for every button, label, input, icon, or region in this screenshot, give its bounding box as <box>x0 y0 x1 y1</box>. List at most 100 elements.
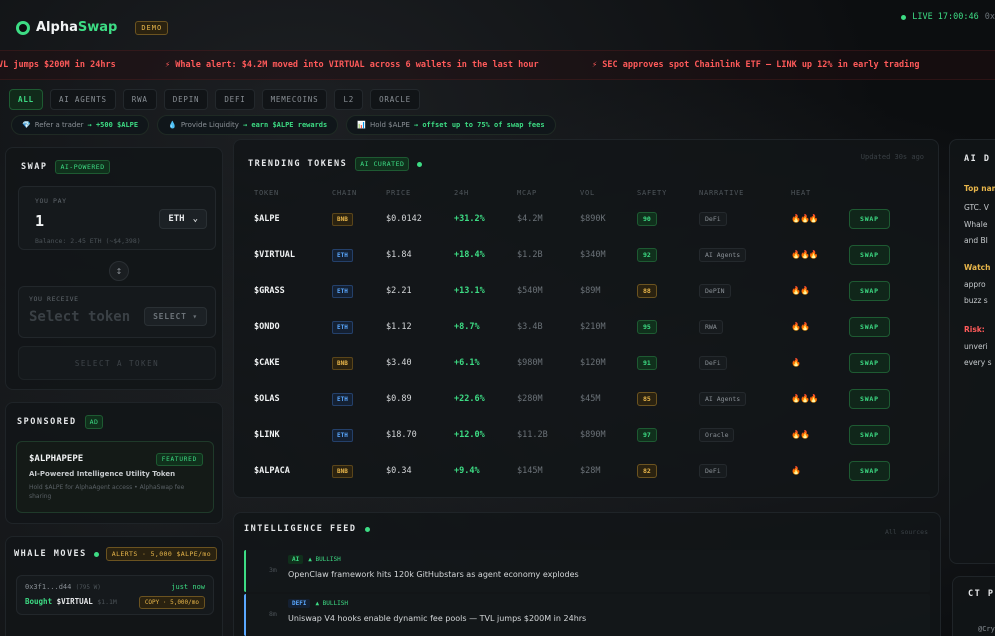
table-row[interactable]: $ALPE BNB $0.0142 +31.2% $4.2M $890K 90 DeFi 🔥🔥🔥… <box>244 201 924 237</box>
receive-amount-input[interactable]: Select token <box>29 309 134 325</box>
feed-tag: AI <box>288 555 304 564</box>
feed-headline: Uniswap V4 hooks enable dynamic fee pool… <box>288 614 587 623</box>
token-symbol: $OLAS <box>254 394 280 404</box>
wallet-address-partial[interactable]: 0x <box>985 12 995 22</box>
table-row[interactable]: $LINK ETH $18.70 +12.0% $11.2B $890M 97 Oracle 🔥… <box>244 417 924 453</box>
col-heat[interactable]: HEAT <box>781 185 839 201</box>
promo-text: Refer a trader <box>34 121 84 129</box>
sponsored-card[interactable]: $ALPHAPEPE FEATURED AI-Powered Intellige… <box>16 441 214 513</box>
token-symbol: $ALPACA <box>254 466 290 476</box>
feed-tag: DEFI <box>288 599 311 608</box>
logo[interactable]: AlphaSwap DEMO <box>16 20 169 35</box>
swap-button[interactable]: SWAP <box>849 425 890 445</box>
category-filters: ALL AI AGENTS RWA DEPIN DEFI MEMECOINS L… <box>9 89 420 110</box>
narrative-tag: Oracle <box>699 428 735 442</box>
table-cell: $ALPE <box>244 201 322 237</box>
price-value: $18.70 <box>386 430 417 440</box>
narrative-tag: DeFi <box>699 212 727 226</box>
table-cell: $GRASS <box>244 273 322 309</box>
table-cell: AI Agents <box>689 381 781 417</box>
swap-direction-button[interactable]: ↕ <box>109 261 129 281</box>
table-row[interactable]: $ALPACA BNB $0.34 +9.4% $145M $28M 82 DeFi 🔥 SWAP <box>244 453 924 489</box>
ct-panel: CT P @Cry <box>952 576 995 636</box>
table-row[interactable]: $ONDO ETH $1.12 +8.7% $3.4B $210M 95 RWA 🔥🔥 SWAP <box>244 309 924 345</box>
filter-all[interactable]: ALL <box>9 89 43 110</box>
price-value: $0.34 <box>386 466 412 476</box>
table-cell: +13.1% <box>444 273 507 309</box>
fire-icon: 🔥 <box>791 358 801 367</box>
filter-depin[interactable]: DEPIN <box>163 89 209 110</box>
receive-token-select[interactable]: SELECT ▾ <box>144 307 207 326</box>
narrative-tag: DePIN <box>699 284 731 298</box>
table-cell: $2.21 <box>376 273 444 309</box>
col-mcap[interactable]: MCAP <box>507 185 570 201</box>
filter-defi[interactable]: DEFI <box>215 89 255 110</box>
table-cell: 🔥🔥 <box>781 273 839 309</box>
mcap-value: $980M <box>517 358 543 368</box>
chain-badge: ETH <box>332 249 353 262</box>
pay-token-select[interactable]: ETH ⌄ <box>159 209 207 229</box>
col-price[interactable]: PRICE <box>376 185 444 201</box>
copy-trade-button[interactable]: COPY · 5,000/mo <box>138 596 205 609</box>
filter-oracle[interactable]: ORACLE <box>370 89 420 110</box>
feed-item[interactable]: 3m AI ▲ BULLISH OpenClaw framework hits 1… <box>244 550 930 592</box>
feed-item[interactable]: 8m DEFI ▲ BULLISH Uniswap V4 hooks enable… <box>244 594 930 636</box>
whale-move-row[interactable]: 0x3f1...d44 (795 W) just now Bought $VIR… <box>16 575 214 615</box>
token-symbol: $VIRTUAL <box>254 250 295 260</box>
table-row[interactable]: $CAKE BNB $3.40 +6.1% $980M $120M 91 DeFi 🔥 SWAP <box>244 345 924 381</box>
swap-button[interactable]: SWAP <box>849 389 890 409</box>
ticker-item: ⚡ SEC approves spot Chainlink ETF — LINK… <box>592 60 920 70</box>
ticker-item: VL jumps $200M in 24hrs <box>0 60 116 70</box>
filter-memecoins[interactable]: MEMECOINS <box>261 89 328 110</box>
swap-button[interactable]: SWAP <box>849 353 890 373</box>
promo-refer[interactable]: 💎 Refer a trader → +500 $ALPE <box>11 115 150 135</box>
swap-button[interactable]: SWAP <box>849 317 890 337</box>
promo-liquidity[interactable]: 💧 Provide Liquidity → earn $ALPE rewards <box>157 115 339 135</box>
table-cell: $890K <box>570 201 627 237</box>
table-cell: $280M <box>507 381 570 417</box>
price-value: $0.89 <box>386 394 412 404</box>
chain-badge: BNB <box>332 213 353 226</box>
sponsored-token-name: $ALPHAPEPE <box>29 454 84 464</box>
token-symbol: $ONDO <box>254 322 280 332</box>
swap-button[interactable]: SWAP <box>849 461 890 481</box>
mcap-value: $4.2M <box>517 214 543 224</box>
pay-amount-input[interactable]: 1 <box>35 212 44 230</box>
alerts-badge[interactable]: ALERTS · 5,000 $ALPE/mo <box>105 547 218 561</box>
status-dot-icon <box>417 161 423 167</box>
diamond-icon: 💎 <box>22 121 31 129</box>
promo-hold[interactable]: 📊 Hold $ALPE → offset up to 75% of swap fe… <box>346 115 556 135</box>
logo-icon <box>16 20 30 35</box>
table-cell: Oracle <box>689 417 781 453</box>
col-token[interactable]: TOKEN <box>244 185 322 201</box>
whale-moves-title: WHALE MOVES <box>14 549 87 559</box>
all-sources-filter[interactable]: All sources <box>885 528 928 536</box>
balance-text: Balance: 2.45 ETH (~$4,398) <box>35 237 141 245</box>
swap-button[interactable]: SWAP <box>849 209 890 229</box>
select-token-button[interactable]: SELECT A TOKEN <box>18 346 216 380</box>
you-receive-label: YOU RECEIVE <box>29 295 79 303</box>
col-chain[interactable]: CHAIN <box>322 185 376 201</box>
col-vol[interactable]: VOL <box>570 185 627 201</box>
swap-button[interactable]: SWAP <box>849 245 890 265</box>
table-cell: 88 <box>627 273 689 309</box>
sentiment-label: ▲ BULLISH <box>308 556 341 563</box>
ai-digest-line: GTC. V <box>964 203 989 212</box>
change-24h: +6.1% <box>454 358 480 368</box>
col-safety[interactable]: SAFETY <box>627 185 689 201</box>
token-symbol: $CAKE <box>254 358 280 368</box>
table-row[interactable]: $GRASS ETH $2.21 +13.1% $540M $89M 88 DePIN 🔥🔥 SW… <box>244 273 924 309</box>
price-value: $0.0142 <box>386 214 422 224</box>
table-cell: 90 <box>627 201 689 237</box>
table-cell: $3.40 <box>376 345 444 381</box>
filter-rwa[interactable]: RWA <box>122 89 157 110</box>
price-value: $1.12 <box>386 322 412 332</box>
col-24h[interactable]: 24H <box>444 185 507 201</box>
filter-ai-agents[interactable]: AI AGENTS <box>49 89 116 110</box>
col-narrative[interactable]: NARRATIVE <box>689 185 781 201</box>
swap-button[interactable]: SWAP <box>849 281 890 301</box>
table-row[interactable]: $OLAS ETH $0.89 +22.6% $280M $45M 85 AI Agents 🔥… <box>244 381 924 417</box>
filter-l2[interactable]: L2 <box>334 89 364 110</box>
table-cell: $1.12 <box>376 309 444 345</box>
table-row[interactable]: $VIRTUAL ETH $1.84 +18.4% $1.2B $340M 92 AI Age… <box>244 237 924 273</box>
